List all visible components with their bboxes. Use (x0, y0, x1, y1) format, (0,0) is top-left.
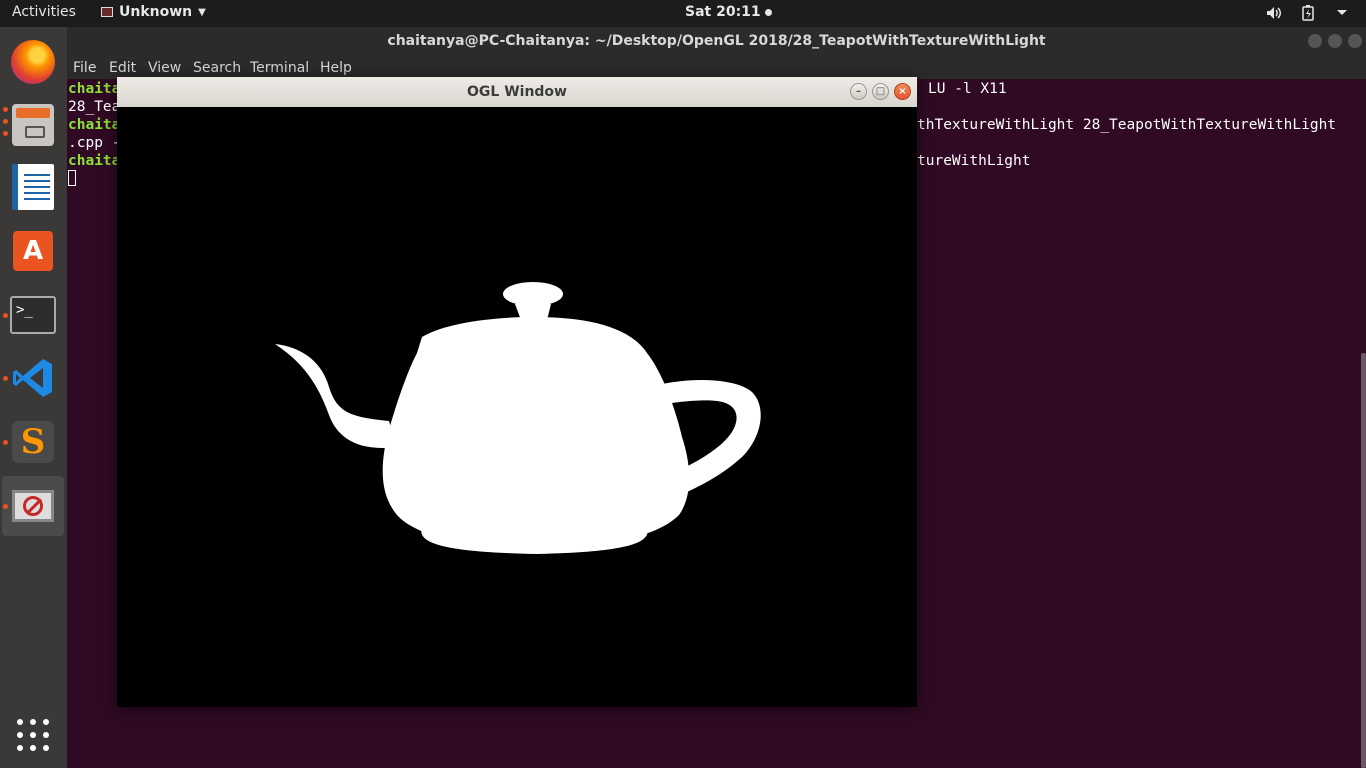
running-indicator (3, 119, 8, 124)
ogl-titlebar[interactable]: OGL Window – □ × (117, 77, 917, 107)
dock-item-files[interactable] (2, 95, 64, 155)
terminal-titlebar[interactable]: chaitanya@PC-Chaitanya: ~/Desktop/OpenGL… (67, 27, 1366, 55)
terminal-prompt: chaita (68, 117, 121, 133)
files-icon (12, 104, 54, 146)
menu-file[interactable]: File (73, 60, 96, 76)
terminal-cursor (68, 170, 76, 186)
minimize-icon[interactable] (1308, 34, 1322, 48)
terminal-title: chaitanya@PC-Chaitanya: ~/Desktop/OpenGL… (387, 33, 1046, 49)
terminal-prompt: chaita (68, 153, 121, 169)
clock[interactable]: Sat 20:11 (685, 4, 772, 20)
menu-search[interactable]: Search (193, 60, 241, 76)
software-store-icon: A (13, 231, 53, 271)
power-menu-icon[interactable] (1334, 5, 1350, 21)
clock-label: Sat 20:11 (685, 4, 761, 20)
teapot-render (275, 282, 761, 554)
notification-dot-icon (764, 8, 772, 16)
dock-item-software[interactable]: A (2, 221, 64, 281)
activities-button[interactable]: Activities (12, 4, 76, 20)
show-applications-icon[interactable] (17, 719, 49, 751)
ogl-app-icon (12, 490, 54, 522)
vscode-icon (13, 359, 52, 397)
dock-item-ogl-window[interactable] (2, 476, 64, 536)
terminal-prompt: chaita (68, 81, 121, 97)
dock-item-terminal[interactable]: >_ (2, 285, 64, 345)
close-icon[interactable] (1348, 34, 1362, 48)
ogl-window-title: OGL Window (467, 84, 567, 100)
sublime-icon: S (12, 421, 54, 463)
maximize-button[interactable]: □ (872, 83, 889, 100)
running-indicator (3, 376, 8, 381)
app-menu[interactable]: Unknown ▼ (101, 4, 206, 20)
running-indicator (3, 440, 8, 445)
dock-item-writer[interactable] (2, 157, 64, 217)
terminal-icon: >_ (10, 296, 56, 334)
terminal-text: 28_Tea (68, 99, 121, 115)
app-menu-label: Unknown (119, 4, 193, 20)
system-tray[interactable] (1266, 5, 1350, 21)
running-indicator (3, 131, 8, 136)
ogl-window[interactable]: OGL Window – □ × (117, 77, 917, 707)
firefox-icon (11, 40, 55, 84)
terminal-text: thTextureWithLight 28_TeapotWithTextureW… (917, 117, 1337, 133)
menu-edit[interactable]: Edit (109, 60, 136, 76)
volume-icon[interactable] (1266, 5, 1282, 21)
dock-item-firefox[interactable] (2, 32, 64, 92)
terminal-text: .cpp - (68, 135, 121, 151)
dock-item-sublime[interactable]: S (2, 412, 64, 472)
terminal-menubar: File Edit View Search Terminal Help (67, 55, 1366, 79)
battery-icon[interactable] (1300, 5, 1316, 21)
menu-view[interactable]: View (148, 60, 181, 76)
menu-help[interactable]: Help (320, 60, 352, 76)
maximize-icon[interactable] (1328, 34, 1342, 48)
top-bar: Activities Unknown ▼ Sat 20:11 (0, 0, 1366, 27)
writer-icon (12, 164, 54, 210)
minimize-button[interactable]: – (850, 83, 867, 100)
teapot (275, 282, 761, 554)
close-button[interactable]: × (894, 83, 911, 100)
dock: A >_ S (0, 27, 67, 768)
chevron-down-icon: ▼ (198, 6, 206, 18)
terminal-text: tureWithLight (917, 153, 1031, 169)
dock-item-vscode[interactable] (2, 348, 64, 408)
terminal-scrollbar[interactable] (1361, 353, 1366, 768)
terminal-text: LU -l X11 (928, 81, 1007, 97)
running-indicator (3, 107, 8, 112)
opengl-viewport[interactable] (117, 107, 917, 707)
running-indicator (3, 504, 8, 509)
running-indicator (3, 313, 8, 318)
menu-terminal[interactable]: Terminal (250, 60, 309, 76)
app-menu-icon (101, 7, 113, 17)
